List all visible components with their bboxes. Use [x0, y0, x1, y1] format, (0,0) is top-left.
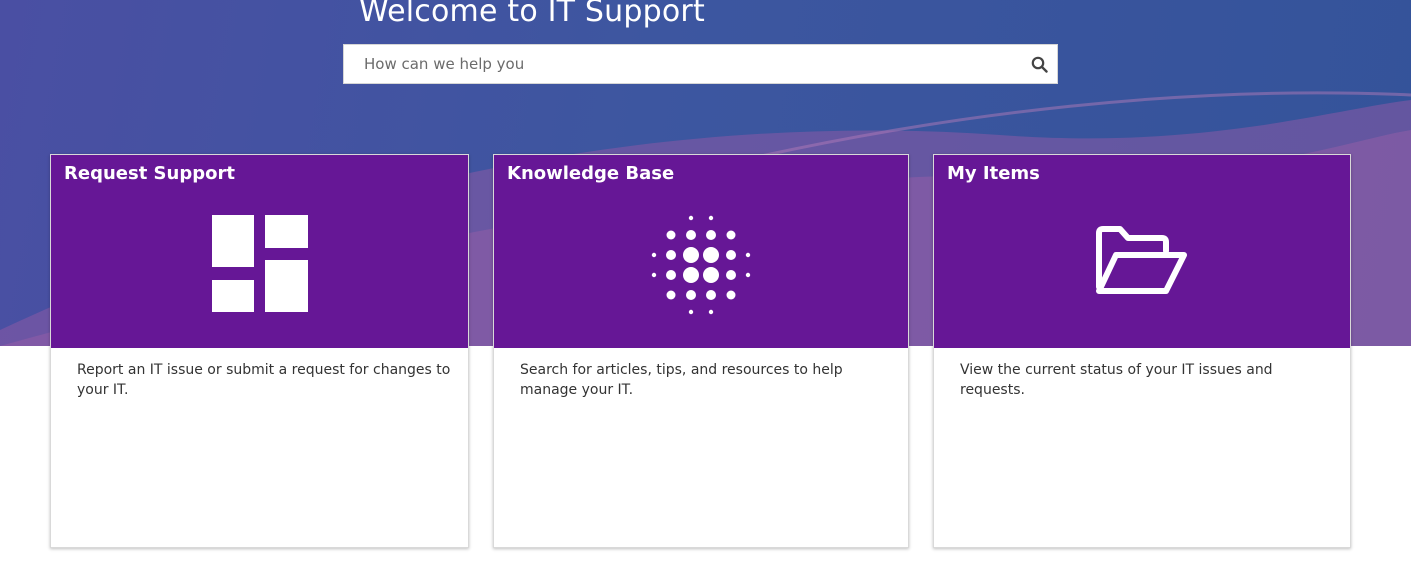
card-title: Request Support — [64, 163, 235, 184]
knowledge-base-card[interactable]: Knowledge Base Search for articles, tips… — [493, 154, 909, 548]
card-title: My Items — [947, 163, 1040, 184]
search-input[interactable] — [344, 45, 1021, 83]
card-header: Request Support — [51, 155, 468, 348]
search-button[interactable] — [1021, 45, 1057, 83]
my-items-card[interactable]: My Items View the current status of your… — [933, 154, 1351, 548]
request-support-card[interactable]: Request Support Report an IT issue or su… — [50, 154, 469, 548]
card-description: Report an IT issue or submit a request f… — [77, 362, 451, 398]
card-description: Search for articles, tips, and resources… — [520, 362, 843, 398]
dot-sphere-icon — [651, 215, 751, 320]
card-description: View the current status of your IT issue… — [960, 362, 1273, 398]
card-header: Knowledge Base — [494, 155, 908, 348]
page-title: Welcome to IT Support — [359, 0, 705, 29]
it-support-portal: Welcome to IT Support Request Support — [0, 0, 1411, 572]
layout-grid-icon — [211, 215, 308, 317]
card-title: Knowledge Base — [507, 163, 675, 184]
search-icon — [1031, 56, 1048, 73]
card-header: My Items — [934, 155, 1350, 348]
search-bar — [343, 44, 1058, 84]
open-folder-icon — [1094, 225, 1190, 302]
